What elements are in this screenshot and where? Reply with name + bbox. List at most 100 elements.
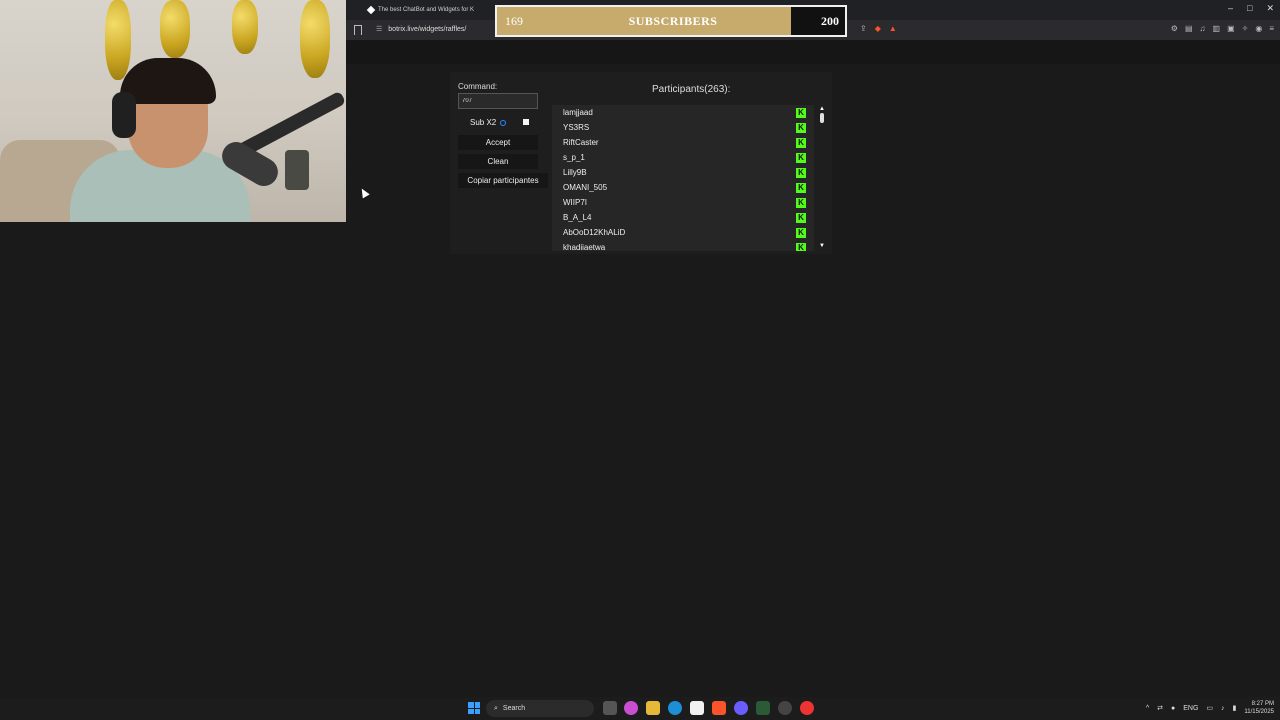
scroll-thumb[interactable]: [820, 113, 824, 123]
store-icon[interactable]: [690, 701, 704, 715]
search-label: Search: [502, 705, 526, 712]
discord-icon[interactable]: [734, 701, 748, 715]
participant-name: WIIP7I: [563, 198, 588, 207]
minimize-button[interactable]: –: [1228, 3, 1233, 14]
tray-chevron-icon[interactable]: ^: [1146, 705, 1149, 712]
sub-x2-checkbox[interactable]: [523, 119, 529, 125]
taskbar-search[interactable]: ⌕ Search: [486, 700, 594, 717]
headphones: [112, 92, 136, 138]
windows-taskbar: ⌕ Search ^ ⇄ ● ENG ▭ ♪ ▮ 8:27 PM 11/15/2…: [0, 697, 1280, 720]
language-indicator[interactable]: ENG: [1183, 705, 1198, 712]
participant-row: lamjjaad K: [552, 105, 814, 120]
command-input[interactable]: [458, 93, 538, 109]
participant-row: B_A_L4 K: [552, 210, 814, 225]
participants-list[interactable]: lamjjaad K YS3RS K RiftCaster Ks_p_1 K Lilly9B K…: [552, 105, 814, 251]
browser-tab[interactable]: The best ChatBot and Widgets for K: [366, 2, 488, 18]
clean-button[interactable]: Clean: [458, 154, 538, 169]
menu-icon[interactable]: ≡: [1269, 24, 1274, 33]
participants-title: Participants(263):: [652, 84, 731, 95]
kick-icon: K: [796, 167, 806, 178]
extension-icon[interactable]: ⚙: [1171, 24, 1178, 33]
subscriber-goal-widget: 169 SUBSCRIBERS 200: [495, 5, 847, 37]
kick-icon: K: [796, 152, 806, 163]
mic-icon[interactable]: ●: [1171, 705, 1175, 712]
bookmark-icon[interactable]: [354, 25, 362, 35]
raffle-panel: Command: Sub X2 Accept Clean Copiar part…: [450, 72, 832, 254]
window-controls: – □ ✕: [1228, 3, 1274, 14]
url-field[interactable]: ☰ botrix.live/widgets/raffles/: [376, 25, 467, 34]
sidebar-icon[interactable]: ▥: [1213, 24, 1221, 33]
accept-button[interactable]: Accept: [458, 135, 538, 150]
clock[interactable]: 8:27 PM 11/15/2025: [1244, 700, 1274, 716]
task-view-icon[interactable]: [603, 701, 617, 715]
mouse-cursor: [358, 186, 370, 199]
kick-icon: K: [796, 227, 806, 238]
wallet-icon[interactable]: ▣: [1227, 24, 1235, 33]
command-label: Command:: [458, 82, 498, 91]
sub-x2-row: Sub X2: [470, 118, 507, 127]
obs-icon[interactable]: [778, 701, 792, 715]
address-actions: ⇪ ◆ ▲: [860, 24, 897, 33]
webcam-overlay: [0, 0, 346, 222]
app-icon[interactable]: [756, 701, 770, 715]
network-share-icon[interactable]: ⇄: [1157, 704, 1163, 712]
copilot-icon[interactable]: [624, 701, 638, 715]
goal-label: SUBSCRIBERS: [628, 14, 718, 28]
participant-name: Lilly9B: [563, 168, 587, 177]
windows-start-icon[interactable]: [468, 702, 480, 714]
participant-name: AbOoD12KhALiD: [563, 228, 626, 237]
close-button[interactable]: ✕: [1266, 3, 1274, 14]
balloon: [300, 0, 330, 78]
participant-name: YS3RS: [563, 123, 590, 132]
vpn-icon[interactable]: ◉: [1255, 24, 1262, 33]
brave-browser-icon[interactable]: [712, 701, 726, 715]
participant-row: YS3RS K: [552, 120, 814, 135]
participant-name: khadiiaetwa: [563, 243, 606, 251]
participant-name: RiftCaster: [563, 138, 599, 147]
clock-date: 11/15/2025: [1244, 709, 1274, 715]
volume-icon[interactable]: ♪: [1221, 705, 1225, 712]
balloon: [232, 0, 258, 54]
kick-icon: K: [796, 107, 806, 118]
participant-name: lamjjaad: [563, 108, 593, 117]
participant-row: WIIP7I K: [552, 195, 814, 210]
participant-row: AbOoD12KhALiD K: [552, 225, 814, 240]
kick-icon: K: [796, 182, 806, 193]
kick-icon: K: [796, 242, 806, 251]
maximize-button[interactable]: □: [1247, 3, 1252, 14]
brave-rewards-icon[interactable]: ▲: [889, 24, 897, 33]
tab-title: The best ChatBot and Widgets for K: [378, 7, 475, 13]
battery-icon[interactable]: ▮: [1233, 704, 1237, 712]
edge-icon[interactable]: [668, 701, 682, 715]
scroll-up-arrow[interactable]: ▲: [819, 106, 825, 112]
favicon-icon: [366, 5, 376, 15]
participant-row: s_p_1 K: [552, 150, 814, 165]
plant: [285, 150, 309, 190]
kick-icon: K: [796, 137, 806, 148]
balloon: [105, 0, 131, 80]
url-text: botrix.live/widgets/raffles/: [388, 25, 467, 33]
participant-name: s_p_1: [563, 153, 585, 162]
share-icon[interactable]: ⇪: [860, 24, 867, 33]
participants-scrollbar[interactable]: ▲ ▼: [818, 106, 826, 251]
site-settings-icon[interactable]: ☰: [376, 25, 382, 33]
display-icon[interactable]: ▭: [1206, 704, 1213, 712]
participant-row: khadiiaetwa K: [552, 240, 814, 251]
participant-name: OMANI_505: [563, 183, 608, 192]
goal-target: 200: [821, 14, 839, 28]
balloon: [160, 0, 190, 58]
reader-icon[interactable]: ▤: [1185, 24, 1193, 33]
kick-icon: K: [796, 197, 806, 208]
scroll-down-arrow[interactable]: ▼: [819, 243, 825, 249]
music-icon[interactable]: ♫: [1200, 24, 1206, 33]
app-icon-2[interactable]: [800, 701, 814, 715]
leo-icon[interactable]: ✧: [1242, 24, 1249, 33]
copy-participants-button[interactable]: Copiar participantes: [458, 173, 548, 188]
participant-row: OMANI_505 K: [552, 180, 814, 195]
brave-shields-icon[interactable]: ◆: [875, 24, 881, 33]
file-explorer-icon[interactable]: [646, 701, 660, 715]
sub-x2-label: Sub X2: [470, 118, 497, 127]
participant-row: Lilly9B K: [552, 165, 814, 180]
info-icon[interactable]: [500, 119, 507, 126]
search-icon: ⌕: [494, 704, 498, 712]
